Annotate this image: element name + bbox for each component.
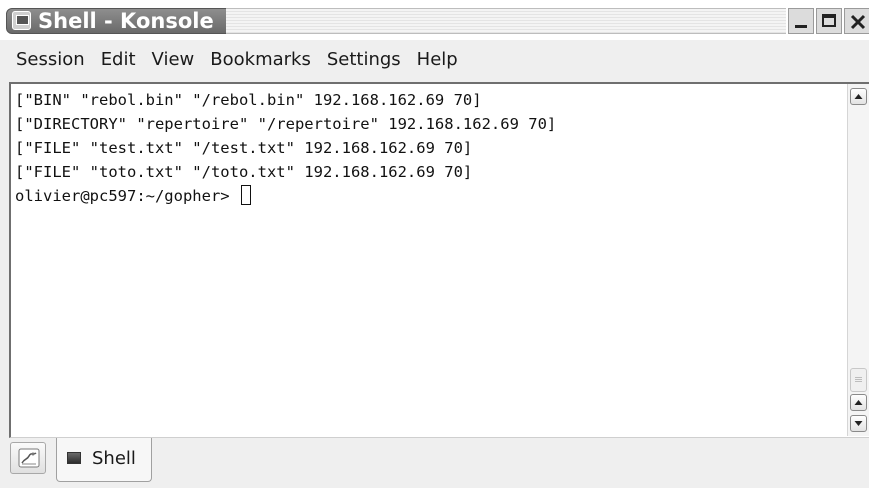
scrollbar-thumb[interactable] bbox=[850, 368, 867, 392]
close-icon[interactable] bbox=[844, 8, 869, 34]
terminal-output[interactable]: ["BIN" "rebol.bin" "/rebol.bin" 192.168.… bbox=[11, 84, 845, 436]
new-session-icon[interactable] bbox=[10, 442, 46, 474]
menu-help[interactable]: Help bbox=[409, 49, 466, 70]
window-title: Shell - Konsole bbox=[38, 9, 214, 33]
terminal-line: ["FILE" "test.txt" "/test.txt" 192.168.1… bbox=[15, 139, 473, 157]
terminal-icon bbox=[67, 452, 81, 464]
title-bar-stripes bbox=[226, 8, 786, 34]
menu-view[interactable]: View bbox=[144, 49, 203, 70]
menu-settings[interactable]: Settings bbox=[319, 49, 409, 70]
terminal-frame: ["BIN" "rebol.bin" "/rebol.bin" 192.168.… bbox=[9, 82, 869, 438]
terminal-prompt: olivier@pc597:~/gopher> bbox=[15, 187, 239, 205]
terminal-line: ["DIRECTORY" "repertoire" "/repertoire" … bbox=[15, 115, 557, 133]
vertical-scrollbar[interactable] bbox=[847, 84, 869, 436]
tab-shell[interactable]: Shell bbox=[56, 438, 152, 482]
minimize-icon[interactable] bbox=[788, 8, 814, 34]
terminal-line: ["FILE" "toto.txt" "/toto.txt" 192.168.1… bbox=[15, 163, 473, 181]
title-bar[interactable]: Shell - Konsole bbox=[0, 0, 869, 40]
scroll-down-arrow-icon[interactable] bbox=[850, 415, 867, 432]
tab-label: Shell bbox=[92, 448, 136, 469]
konsole-window: Shell - Konsole Session Edit View Bookma… bbox=[0, 0, 869, 488]
menu-bar: Session Edit View Bookmarks Settings Hel… bbox=[8, 44, 466, 74]
text-cursor bbox=[240, 185, 251, 205]
scroll-up-arrow-icon[interactable] bbox=[850, 88, 867, 105]
terminal-prompt-line[interactable]: olivier@pc597:~/gopher> bbox=[15, 184, 845, 208]
menu-bookmarks[interactable]: Bookmarks bbox=[202, 49, 319, 70]
maximize-icon[interactable] bbox=[816, 8, 842, 34]
menu-session[interactable]: Session bbox=[8, 49, 93, 70]
menu-edit[interactable]: Edit bbox=[93, 49, 144, 70]
session-tab-bar: Shell bbox=[0, 438, 869, 488]
konsole-app-icon[interactable] bbox=[12, 11, 31, 30]
terminal-line: ["BIN" "rebol.bin" "/rebol.bin" 192.168.… bbox=[15, 91, 482, 109]
scroll-up-arrow-icon[interactable] bbox=[850, 394, 867, 411]
